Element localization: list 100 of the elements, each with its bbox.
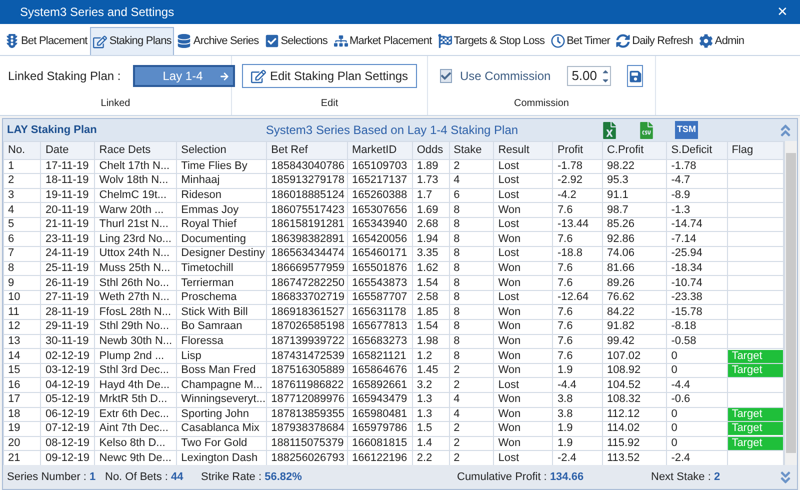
table-cell: 99.42 — [602, 334, 667, 349]
table-cell: 165307656 — [348, 202, 412, 218]
table-cell: 166081815 — [348, 436, 412, 451]
column-header[interactable]: Date — [40, 142, 95, 159]
table-cell: Sthl 3rd Dec... — [94, 363, 177, 378]
column-header[interactable]: Selection — [176, 142, 267, 159]
flag-badge: Target — [728, 350, 784, 363]
scrollbar[interactable] — [784, 141, 797, 465]
edit-settings-button[interactable]: Edit Staking Plan Settings — [242, 64, 418, 88]
staking-plan-selector[interactable]: Lay 1-4 — [132, 65, 235, 87]
save-button[interactable] — [627, 65, 643, 87]
column-header[interactable]: MarketID — [348, 142, 412, 159]
status-item: No. Of Bets : 44 — [105, 470, 184, 485]
tab[interactable]: Daily Refresh — [613, 27, 696, 55]
column-header[interactable]: Result — [494, 142, 553, 159]
table-cell: 188115075379 — [266, 436, 348, 451]
column-header[interactable]: Stake — [449, 142, 494, 159]
table-cell: 187516305889 — [266, 363, 348, 378]
table-cell: 0 — [666, 436, 728, 451]
table-cell: 187611986822 — [266, 378, 348, 392]
table-cell: -10.74 — [666, 276, 728, 290]
table-cell: Muss 25th N... — [94, 261, 177, 276]
table-cell: 20 — [4, 436, 41, 451]
close-button[interactable]: ✕ — [773, 2, 792, 22]
table-cell: Stick With Bill — [176, 304, 267, 320]
table-cell: 8 — [449, 246, 494, 262]
table-cell: Time Flies By — [176, 159, 267, 174]
table-cell: 08-12-19 — [40, 436, 95, 451]
table-cell: 6 — [449, 188, 494, 203]
commission-spinner[interactable]: 5.00 — [566, 66, 611, 86]
table-cell: 05-12-19 — [40, 392, 95, 408]
table-cell: Emmas Joy — [176, 202, 267, 218]
table-cell: 165979786 — [348, 422, 412, 436]
table-cell: Floressa — [176, 334, 267, 349]
table-cell: 165420056 — [348, 232, 412, 247]
table-cell: 185843040786 — [266, 159, 348, 174]
column-header[interactable]: S.Deficit — [666, 142, 728, 159]
field-label: Linked Staking Plan : — [8, 68, 121, 85]
window-title: System3 Series and Settings — [20, 4, 176, 21]
expand-icon[interactable] — [778, 470, 793, 484]
csv-file-icon[interactable] — [638, 122, 655, 138]
table-cell: 8 — [449, 276, 494, 290]
table-cell: -1.3 — [666, 202, 728, 218]
table-cell: FfosL 28th N... — [94, 304, 177, 320]
table-cell: 186398382891 — [266, 232, 348, 247]
column-header[interactable]: Race Dets — [94, 142, 177, 159]
collapse-icon[interactable] — [778, 122, 793, 138]
table-cell: 165460171 — [348, 246, 412, 262]
table-cell: 85.26 — [602, 217, 667, 232]
tab[interactable]: Bet Timer — [548, 27, 614, 55]
table-cell: 3.8 — [552, 407, 602, 422]
commission-checkbox[interactable] — [440, 69, 452, 83]
spreadsheet-icon[interactable] — [601, 122, 618, 138]
table-cell: 1.69 — [412, 202, 450, 218]
column-header[interactable]: No. — [4, 142, 41, 159]
table-cell: Ling 23rd No... — [94, 232, 177, 247]
settings-icon — [698, 34, 713, 48]
save-icon — [628, 70, 642, 82]
table-cell: 95.3 — [602, 174, 667, 188]
column-header[interactable]: Profit — [552, 142, 602, 159]
tab[interactable]: Market Placement — [330, 27, 435, 55]
tab[interactable]: Targets & Stop Loss — [434, 27, 548, 55]
tab[interactable]: Staking Plans — [90, 27, 174, 55]
table-cell: Weth 27th N... — [94, 290, 177, 305]
table-cell: 8 — [449, 202, 494, 218]
table-cell: 15 — [4, 363, 41, 378]
table-cell: 186018885124 — [266, 188, 348, 203]
table-cell: 1.7 — [412, 188, 450, 203]
table-cell: 2 — [4, 174, 41, 188]
table-cell: -1.78 — [552, 159, 602, 174]
table-cell: Lost — [494, 246, 553, 262]
table-cell: 7 — [4, 246, 41, 262]
table-cell: Won — [494, 304, 553, 320]
table-cell: Sthl 26th No... — [94, 276, 177, 290]
table-cell: Royal Thief — [176, 217, 267, 232]
tab[interactable]: Bet Placement — [2, 27, 90, 55]
table-cell: 21-11-19 — [40, 217, 95, 232]
tsm-button[interactable]: TSM — [675, 121, 698, 139]
table-cell: 185913279178 — [266, 174, 348, 188]
table-cell: 76.62 — [602, 290, 667, 305]
tab[interactable]: Admin — [696, 27, 748, 55]
table-cell: 74.06 — [602, 246, 667, 262]
database-icon — [177, 34, 192, 48]
table-cell: 89.26 — [602, 276, 667, 290]
tab[interactable]: Selections — [262, 27, 330, 55]
table-cell: 1.2 — [412, 348, 450, 364]
table-cell: Won — [494, 276, 553, 290]
table-cell: 02-12-19 — [40, 348, 95, 364]
table-cell: 187431472539 — [266, 348, 348, 364]
table-cell: 24-11-19 — [40, 246, 95, 262]
table-cell: 165543873 — [348, 276, 412, 290]
column-header[interactable]: C.Profit — [602, 142, 667, 159]
table-cell: 3 — [4, 188, 41, 203]
table-cell: 165631178 — [348, 304, 412, 320]
table-cell: Lost — [494, 188, 553, 203]
tab[interactable]: Archive Series — [174, 27, 262, 55]
column-header[interactable]: Flag — [727, 142, 784, 159]
column-header[interactable]: Bet Ref — [266, 142, 348, 159]
table-cell: Casablanca Mix — [176, 422, 267, 436]
column-header[interactable]: Odds — [412, 142, 450, 159]
